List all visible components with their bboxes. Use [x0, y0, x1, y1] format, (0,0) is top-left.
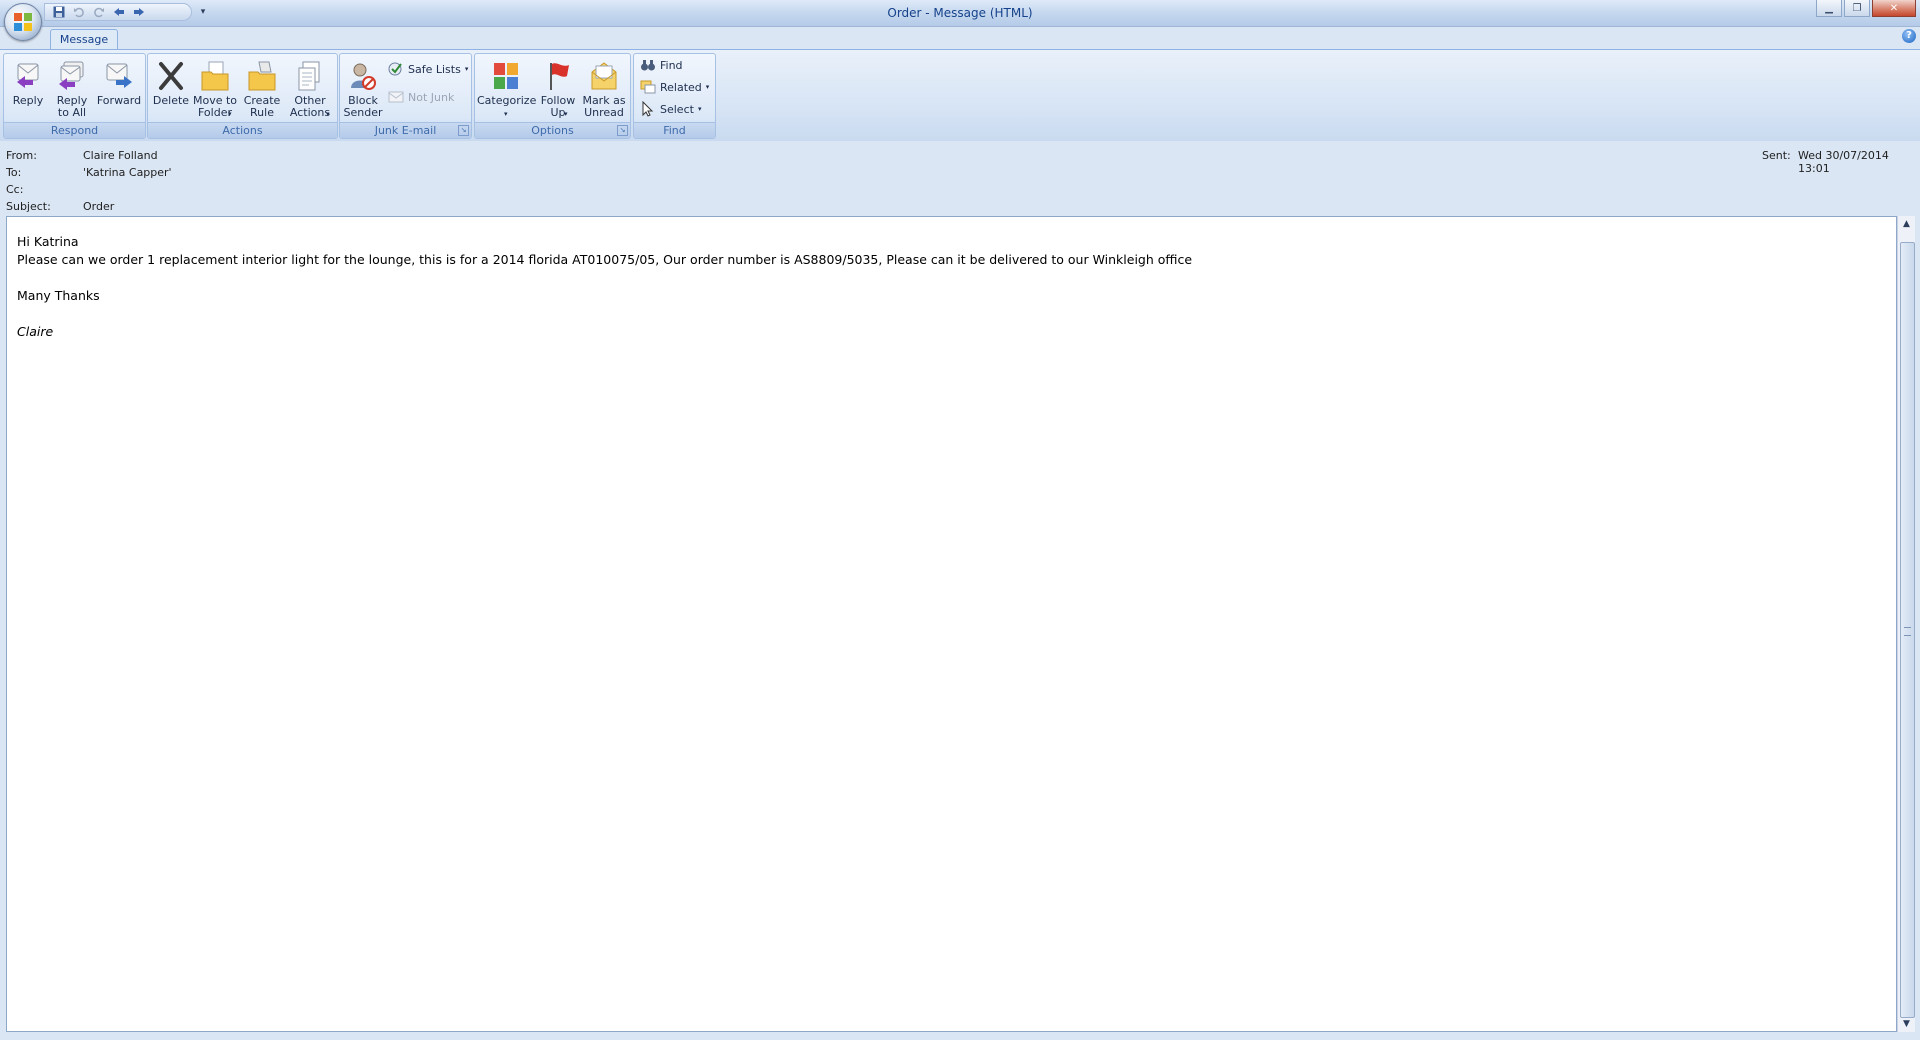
safe-lists-button[interactable]: Safe Lists ▾ [388, 59, 468, 79]
sent-value: Wed 30/07/2014 13:01 [1798, 149, 1889, 175]
cc-label: Cc: [6, 183, 24, 196]
create-rule-button[interactable]: Create Rule [240, 58, 284, 120]
reply-all-button[interactable]: Reply to All [50, 58, 94, 120]
group-options: Categorize ▾ Follow Up ▾ Mark as Unread Op… [474, 53, 631, 139]
related-icon [640, 80, 656, 94]
next-item-icon[interactable] [131, 4, 147, 20]
quick-access-toolbar [44, 3, 192, 21]
previous-item-icon[interactable] [111, 4, 127, 20]
move-to-folder-button[interactable]: Move to Folder ▾ [192, 58, 238, 120]
categorize-icon [494, 63, 518, 89]
mark-as-unread-button[interactable]: Mark as Unread [581, 58, 627, 120]
group-find: Find Related ▾ Select ▾ Find [633, 53, 716, 139]
from-label: From: [6, 149, 37, 162]
office-button[interactable] [4, 3, 42, 41]
thanks-text: Many Thanks [17, 288, 100, 303]
vertical-scrollbar[interactable]: ▲ ▼ [1897, 216, 1915, 1032]
binoculars-icon [641, 60, 655, 71]
ribbon: Reply Reply to All Forward Respond Delet… [0, 49, 1920, 142]
group-label-options: Options [475, 122, 630, 138]
categorize-button[interactable]: Categorize ▾ [477, 58, 536, 120]
office-logo-icon [14, 13, 32, 31]
group-label-respond: Respond [4, 122, 145, 138]
sent-label: Sent: [1762, 149, 1791, 162]
message-header: From: Claire Folland To: 'Katrina Capper… [0, 141, 1920, 215]
group-label-junk-email: Junk E-mail [340, 122, 471, 138]
window-controls: ▁ ❐ ✕ [1816, 0, 1916, 17]
junk-email-options-launcher-icon[interactable]: ↘ [458, 125, 469, 136]
other-actions-button[interactable]: Other Actions ▾ [286, 58, 334, 120]
flag-icon [550, 63, 569, 90]
restore-button[interactable]: ❐ [1844, 0, 1870, 17]
subject-label: Subject: [6, 200, 51, 213]
subject-value: Order [83, 200, 115, 213]
greeting-text: Hi Katrina [17, 234, 79, 249]
to-label: To: [6, 166, 22, 179]
reply-button[interactable]: Reply [8, 58, 48, 120]
customize-toolbar-icon[interactable]: ▾ [196, 5, 210, 19]
follow-up-button[interactable]: Follow Up ▾ [537, 58, 579, 120]
create-rule-icon [248, 61, 276, 91]
not-junk-button[interactable]: Not Junk [388, 87, 454, 107]
group-actions: Delete Move to Folder ▾ Create Rule Other… [147, 53, 338, 139]
from-value[interactable]: Claire Folland [83, 149, 158, 162]
forward-button[interactable]: Forward [96, 58, 142, 120]
save-icon[interactable] [51, 4, 67, 20]
signature-text: Claire [17, 324, 54, 339]
ribbon-tab-row: Message ? [0, 26, 1920, 51]
redo-icon[interactable] [91, 4, 107, 20]
safe-lists-icon [388, 62, 402, 76]
scroll-down-icon[interactable]: ▼ [1898, 1016, 1915, 1032]
find-button[interactable]: Find [640, 55, 683, 75]
tab-message[interactable]: Message [50, 29, 118, 51]
delete-button[interactable]: Delete [152, 58, 190, 120]
envelope-icon [591, 62, 617, 90]
scroll-up-icon[interactable]: ▲ [1898, 216, 1915, 232]
forward-icon [106, 63, 132, 88]
other-actions-icon [298, 61, 320, 91]
message-body[interactable]: Hi Katrina Please can we order 1 replace… [6, 216, 1897, 1032]
group-junk-email: Block Sender Safe Lists ▾ Not Junk Junk E… [339, 53, 472, 139]
folder-icon [201, 61, 229, 91]
window-title: Order - Message (HTML) [887, 6, 1033, 20]
block-sender-icon [351, 63, 376, 90]
body-text: Please can we order 1 replacement interi… [17, 252, 1193, 267]
block-sender-button[interactable]: Block Sender [342, 58, 384, 120]
delete-icon [159, 62, 183, 90]
to-value[interactable]: 'Katrina Capper' [83, 166, 172, 179]
reply-icon [17, 63, 39, 88]
group-label-actions: Actions [148, 122, 337, 138]
group-respond: Reply Reply to All Forward Respond [3, 53, 146, 139]
scroll-thumb[interactable] [1900, 242, 1915, 1018]
not-junk-icon [388, 91, 404, 103]
select-button[interactable]: Select ▾ [640, 99, 701, 119]
cursor-icon [642, 101, 654, 117]
reply-all-icon [59, 61, 84, 90]
options-launcher-icon[interactable]: ↘ [617, 125, 628, 136]
minimize-button[interactable]: ▁ [1816, 0, 1842, 17]
related-button[interactable]: Related ▾ [640, 77, 709, 97]
close-button[interactable]: ✕ [1872, 0, 1916, 17]
help-icon[interactable]: ? [1902, 29, 1916, 43]
undo-icon[interactable] [71, 4, 87, 20]
group-label-find: Find [634, 122, 715, 138]
